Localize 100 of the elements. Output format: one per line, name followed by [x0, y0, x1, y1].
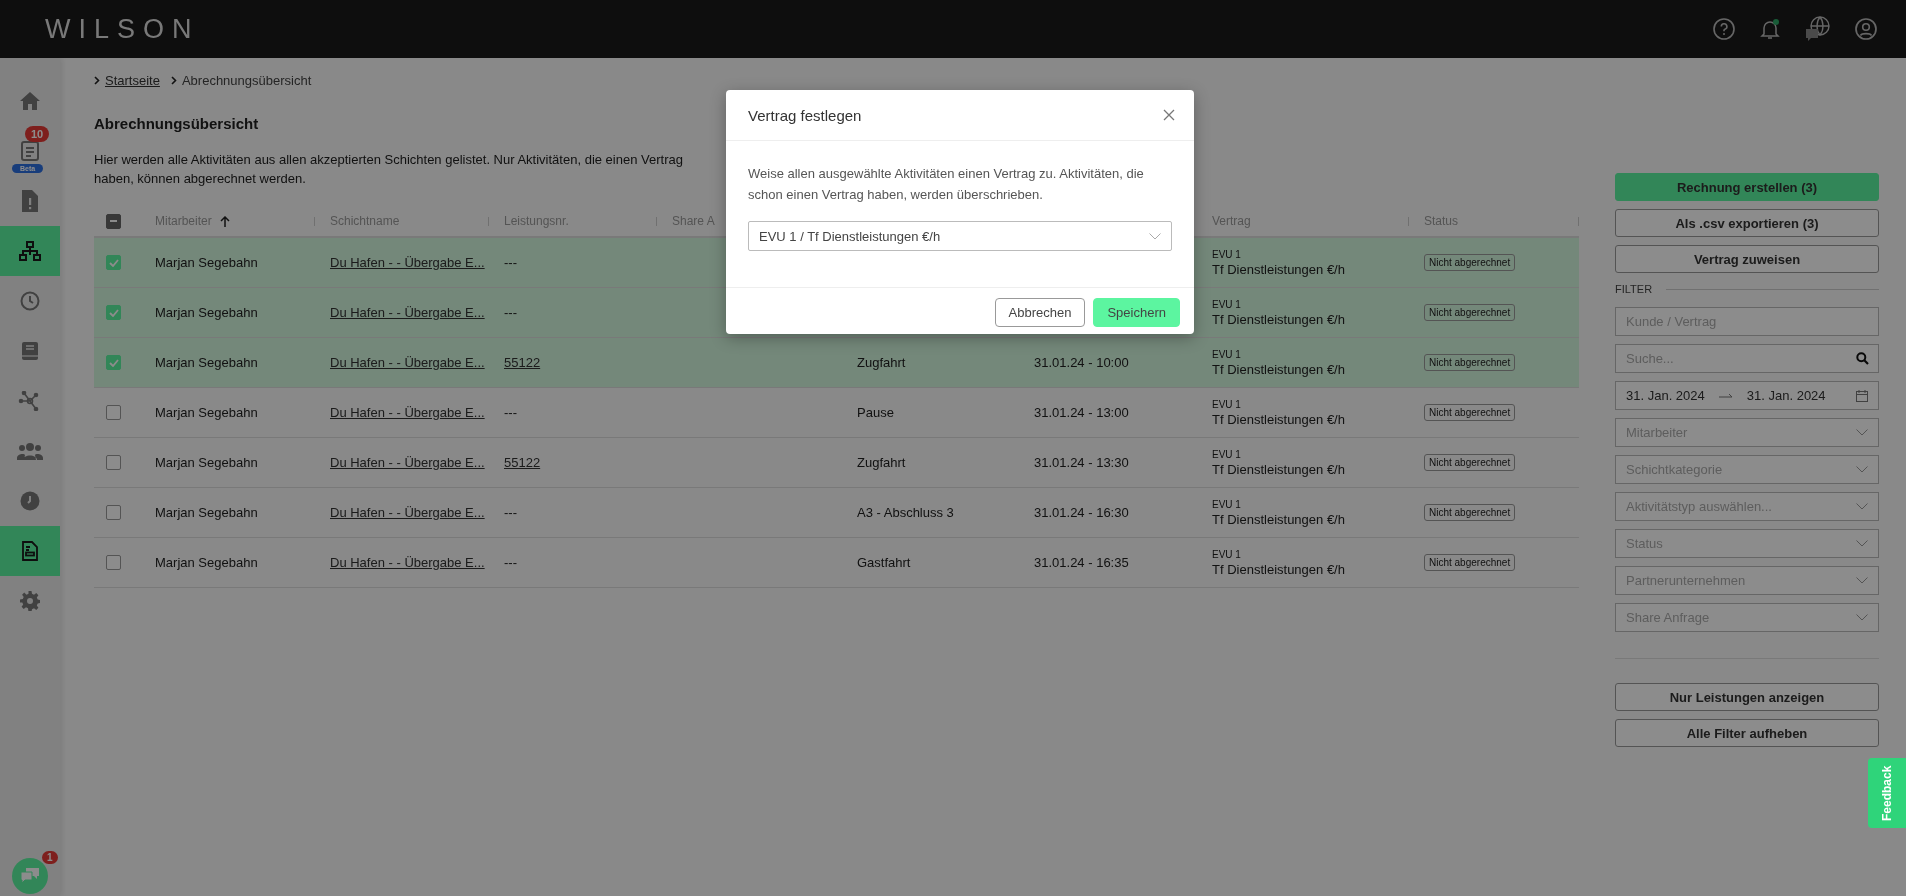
action-button[interactable]: Alle Filter aufheben: [1615, 719, 1879, 747]
contract-rate: Tf Dienstleistungen €/h: [1212, 511, 1345, 527]
notification-bell-icon[interactable]: [1758, 17, 1782, 41]
filter-heading: FILTER: [1615, 283, 1653, 295]
table-cell: ---: [504, 405, 517, 420]
contract-rate: Tf Dienstleistungen €/h: [1212, 311, 1345, 327]
sort-arrow-icon[interactable]: [219, 215, 230, 227]
contract-rate: Tf Dienstleistungen €/h: [1212, 361, 1345, 377]
contract-dropdown[interactable]: EVU 1 / Tf Dienstleistungen €/h: [748, 221, 1172, 251]
table-cell: Marjan Segebahn: [155, 355, 258, 370]
network-icon: [19, 241, 41, 261]
contract-rate: Tf Dienstleistungen €/h: [1212, 561, 1345, 577]
sidebar-item[interactable]: [0, 226, 60, 276]
shift-link[interactable]: Du Hafen - - Übergabe E...: [330, 255, 485, 270]
cancel-button[interactable]: Abbrechen: [994, 298, 1086, 327]
chevron-right-icon: [170, 76, 177, 85]
contract-name: EVU 1: [1212, 348, 1241, 360]
table-cell: Marjan Segebahn: [155, 405, 258, 420]
table-cell: A3 - Abschluss 3: [857, 505, 954, 520]
clock-icon: [20, 491, 40, 511]
status-tag: Nicht abgerechnet: [1424, 404, 1516, 421]
save-button[interactable]: Speichern: [1093, 298, 1180, 327]
chevron-down-icon: [1856, 577, 1868, 584]
contract-rate: Tf Dienstleistungen €/h: [1212, 461, 1345, 477]
chevron-right-icon: [94, 76, 100, 85]
page-description: Hier werden alle Aktivitäten aus allen akzeptierten Schichten gelistet. Nur Aktivitäten, die einen Vertrag haben, können abgerechnet werden.: [94, 151, 684, 188]
table-cell: Zugfahrt: [857, 355, 906, 370]
date-range-field[interactable]: 31. Jan. 2024 31. Jan. 2024: [1615, 381, 1879, 410]
notification-badge: 1: [42, 851, 58, 864]
table-cell: Marjan Segebahn: [155, 305, 258, 320]
user-avatar-icon[interactable]: [1854, 17, 1878, 41]
shift-link[interactable]: Du Hafen - - Übergabe E...: [330, 405, 485, 420]
status-tag: Nicht abgerechnet: [1424, 554, 1516, 571]
chevron-down-icon: [1856, 503, 1868, 510]
table-cell: 31.01.24 - 13:30: [1034, 455, 1129, 470]
chat-button[interactable]: [12, 858, 48, 894]
shift-link[interactable]: Du Hafen - - Übergabe E...: [330, 305, 485, 320]
table-cell: Marjan Segebahn: [155, 555, 258, 570]
table-cell: 31.01.24 - 13:00: [1034, 405, 1129, 420]
chevron-down-icon: [1149, 232, 1161, 240]
row-checkbox[interactable]: [106, 405, 121, 420]
breadcrumb-link[interactable]: Startseite: [105, 73, 160, 88]
help-icon[interactable]: [1712, 17, 1736, 41]
table-cell: ---: [504, 255, 517, 270]
row-checkbox[interactable]: [106, 505, 121, 520]
table-cell: Marjan Segebahn: [155, 505, 258, 520]
table-cell: Zugfahrt: [857, 455, 906, 470]
breadcrumb-current: Abrechnungsübersicht: [181, 73, 312, 88]
language-icon[interactable]: [1804, 15, 1832, 43]
invoice-icon: [22, 541, 38, 561]
table-cell: 31.01.24 - 16:35: [1034, 555, 1129, 570]
action-button[interactable]: Vertrag zuweisen: [1615, 245, 1879, 273]
contract-name: EVU 1: [1212, 298, 1241, 310]
page-title: Abrechnungsübersicht: [94, 115, 259, 132]
table-cell: Marjan Segebahn: [155, 455, 258, 470]
contract-rate: Tf Dienstleistungen €/h: [1212, 411, 1345, 427]
chevron-down-icon: [1856, 540, 1868, 547]
row-checkbox[interactable]: [106, 555, 121, 570]
select-all-checkbox[interactable]: [106, 213, 121, 229]
status-tag: Nicht abgerechnet: [1424, 504, 1516, 521]
table-cell: 31.01.24 - 16:30: [1034, 505, 1129, 520]
shift-link[interactable]: Du Hafen - - Übergabe E...: [330, 355, 485, 370]
search-icon[interactable]: [1856, 352, 1869, 365]
logo: WILSON: [45, 13, 200, 45]
contract-name: EVU 1: [1212, 548, 1241, 560]
chevron-down-icon: [1856, 614, 1868, 621]
status-tag: Nicht abgerechnet: [1424, 254, 1516, 271]
contract-name: EVU 1: [1212, 398, 1241, 410]
status-tag: Nicht abgerechnet: [1424, 454, 1516, 471]
status-tag: Nicht abgerechnet: [1424, 354, 1516, 371]
shift-link[interactable]: Du Hafen - - Übergabe E...: [330, 555, 485, 570]
row-checkbox[interactable]: [106, 455, 121, 470]
file-alert-icon: [22, 190, 38, 212]
action-button[interactable]: Als .csv exportieren (3): [1615, 209, 1879, 237]
close-icon[interactable]: [1163, 109, 1175, 121]
service-number-link[interactable]: 55122: [504, 355, 541, 370]
status-tag: Nicht abgerechnet: [1424, 304, 1516, 321]
chat-icon: [20, 867, 40, 885]
contract-name: EVU 1: [1212, 498, 1241, 510]
chevron-down-icon: [1856, 429, 1868, 436]
clock-icon: [20, 291, 40, 311]
shift-link[interactable]: Du Hafen - - Übergabe E...: [330, 455, 485, 470]
action-button[interactable]: Nur Leistungen anzeigen: [1615, 683, 1879, 711]
contract-rate: Tf Dienstleistungen €/h: [1212, 261, 1345, 277]
contract-name: EVU 1: [1212, 448, 1241, 460]
dialog-text: Weise allen ausgewählte Aktivitäten einen Vertrag zu. Aktivitäten, die schon einen Vertrag haben, werden überschrieben.: [748, 165, 1145, 204]
action-button[interactable]: Rechnung erstellen (3): [1615, 173, 1879, 201]
service-number-link[interactable]: 55122: [504, 455, 541, 470]
contract-name: EVU 1: [1212, 248, 1241, 260]
table-cell: ---: [504, 505, 517, 520]
home-icon: [19, 91, 41, 111]
table-cell: 31.01.24 - 10:00: [1034, 355, 1129, 370]
sidebar-item[interactable]: [0, 526, 60, 576]
table-cell: Gastfahrt: [857, 555, 911, 570]
table-cell: Marjan Segebahn: [155, 255, 258, 270]
users-icon: [17, 442, 43, 460]
settings-icon: [20, 591, 40, 611]
calendar-icon: [1856, 389, 1868, 402]
table-cell: ---: [504, 555, 517, 570]
shift-link[interactable]: Du Hafen - - Übergabe E...: [330, 505, 485, 520]
